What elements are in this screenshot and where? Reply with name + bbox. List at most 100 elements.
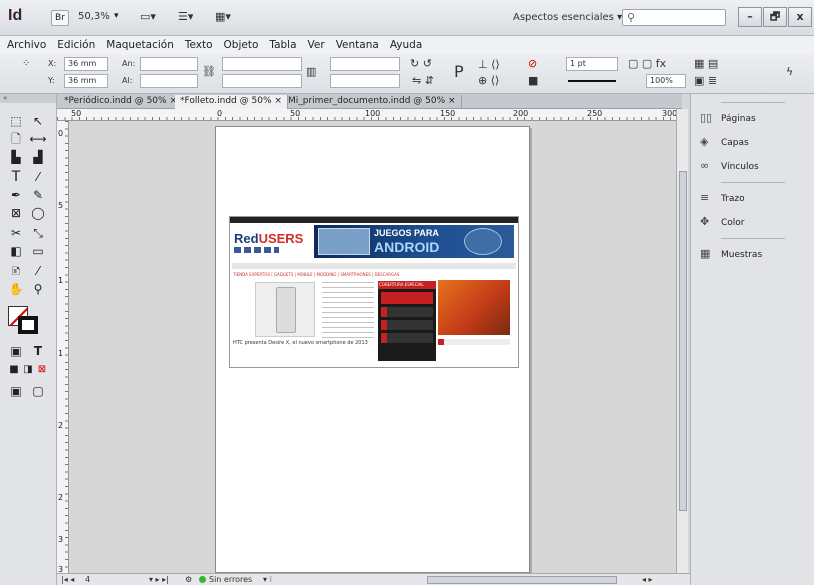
- fill-stroke-widget[interactable]: [8, 306, 38, 334]
- object-style-icon[interactable]: ▣ ≣: [694, 74, 717, 87]
- search-input[interactable]: ⚲: [622, 9, 726, 26]
- rotation-field[interactable]: [330, 57, 400, 71]
- panel-color[interactable]: ✥ Color: [691, 211, 814, 235]
- normal-mode-icon[interactable]: ▣: [6, 384, 26, 399]
- shear-field[interactable]: [330, 74, 400, 88]
- width-field[interactable]: [140, 57, 198, 71]
- ellipse-tool-icon[interactable]: ◯: [28, 206, 48, 221]
- constrain-proportions-icon[interactable]: ⛓: [202, 65, 216, 78]
- type-tool-icon[interactable]: T: [6, 170, 26, 185]
- workspace-switcher[interactable]: Aspectos esenciales ▾: [513, 12, 622, 23]
- content-collector-icon[interactable]: ▙: [6, 150, 26, 165]
- x-position-field[interactable]: 36 mm: [64, 57, 108, 71]
- tab-periodico[interactable]: *Periódico.indd @ 50% ×: [59, 95, 183, 109]
- vertical-ruler[interactable]: 0 5 1 1 2 2 3 3: [57, 121, 69, 574]
- panel-vinculos[interactable]: ∞ Vínculos: [691, 155, 814, 179]
- zoom-dropdown-icon[interactable]: ▾: [114, 11, 119, 21]
- free-transform-tool-icon[interactable]: ⤡: [28, 226, 48, 241]
- first-page-icon[interactable]: |◂ ◂: [61, 574, 74, 585]
- scroll-arrows-icon[interactable]: ◂ ▸: [642, 574, 653, 585]
- horizontal-ruler[interactable]: 50 0 50 100 150 200 250 300: [57, 109, 682, 121]
- rotate-cw-icon[interactable]: ↻ ↺: [410, 57, 432, 70]
- menu-ver[interactable]: Ver: [308, 36, 325, 54]
- preflight-status-text[interactable]: Sin errores: [209, 574, 252, 585]
- page-number-field[interactable]: 4: [85, 574, 90, 585]
- flip-text-icon[interactable]: P: [454, 62, 464, 81]
- menu-ayuda[interactable]: Ayuda: [390, 36, 422, 54]
- stroke-swatch-icon[interactable]: ■: [528, 74, 538, 87]
- reference-point-icon[interactable]: ⁘: [22, 58, 30, 69]
- menu-objeto[interactable]: Objeto: [224, 36, 259, 54]
- selection-tool-icon[interactable]: ⬚: [6, 114, 26, 129]
- placed-feature-box: COBERTURA ESPECIAL: [378, 281, 436, 361]
- direct-selection-tool-icon[interactable]: ↖: [28, 114, 48, 129]
- pencil-tool-icon[interactable]: ✎: [28, 188, 48, 203]
- screen-mode-icon[interactable]: ☰▾: [178, 10, 208, 26]
- fill-swatch-icon[interactable]: ⊘: [528, 57, 537, 70]
- formatting-text-icon[interactable]: T: [28, 344, 48, 359]
- line-tool-icon[interactable]: ⁄: [28, 170, 48, 185]
- preview-mode-icon[interactable]: ▢: [28, 384, 48, 399]
- formatting-container-icon[interactable]: ▣: [6, 344, 26, 359]
- hand-tool-icon[interactable]: ✋: [6, 282, 26, 297]
- horizontal-scrollbar[interactable]: [427, 576, 617, 584]
- rectangle-frame-tool-icon[interactable]: ⊠: [6, 206, 26, 221]
- restore-button[interactable]: 🗗: [763, 7, 787, 27]
- stroke-type-preview[interactable]: [568, 80, 616, 82]
- arrange-documents-icon[interactable]: ▦▾: [215, 10, 245, 26]
- minimize-button[interactable]: –: [738, 7, 762, 27]
- gradient-tool-icon[interactable]: ◧: [6, 244, 26, 259]
- scale-y-field[interactable]: [222, 74, 302, 88]
- vertical-scrollbar[interactable]: [676, 109, 688, 573]
- y-position-field[interactable]: 36 mm: [64, 74, 108, 88]
- panel-paginas[interactable]: ▯▯ Páginas: [691, 107, 814, 131]
- pen-tool-icon[interactable]: ✒: [6, 188, 26, 203]
- placed-image-frame[interactable]: RedUSERS JUEGOS PARA ANDROID TIENDA EXPE…: [229, 216, 519, 368]
- tools-panel-header[interactable]: «: [0, 94, 56, 103]
- select-content-icon[interactable]: ⊕ ⟨⟩: [478, 74, 499, 87]
- page-tool-icon[interactable]: 🗋: [6, 132, 26, 147]
- bridge-button[interactable]: Br: [51, 10, 69, 26]
- flip-icon[interactable]: ⇋ ⇵: [412, 74, 434, 87]
- document-page[interactable]: RedUSERS JUEGOS PARA ANDROID TIENDA EXPE…: [215, 126, 530, 573]
- height-field[interactable]: [140, 74, 198, 88]
- menu-archivo[interactable]: Archivo: [7, 36, 46, 54]
- zoom-level[interactable]: 50,3%: [78, 11, 110, 22]
- scrollbar-thumb[interactable]: [679, 171, 687, 511]
- rotate-icon[interactable]: ▥: [306, 65, 316, 78]
- stroke-weight-field[interactable]: 1 pt: [566, 57, 618, 71]
- menu-tabla[interactable]: Tabla: [269, 36, 296, 54]
- panel-trazo[interactable]: ≡ Trazo: [691, 187, 814, 211]
- content-placer-icon[interactable]: ▟: [28, 150, 48, 165]
- close-tab-icon[interactable]: ×: [274, 96, 282, 106]
- page-nav-icons[interactable]: ▾ ▸ ▸|: [149, 574, 169, 585]
- menu-ventana[interactable]: Ventana: [336, 36, 379, 54]
- scale-x-field[interactable]: [222, 57, 302, 71]
- close-tab-icon[interactable]: ×: [448, 96, 456, 106]
- tab-mi-primer-documento[interactable]: Mi_primer_documento.indd @ 50% ×: [283, 95, 462, 109]
- menu-texto[interactable]: Texto: [185, 36, 213, 54]
- view-options-icon[interactable]: ▭▾: [140, 10, 170, 26]
- zoom-tool-icon[interactable]: ⚲: [28, 282, 48, 297]
- panel-muestras[interactable]: ▦ Muestras: [691, 243, 814, 267]
- opacity-field[interactable]: 100%: [646, 74, 686, 88]
- panel-capas[interactable]: ◈ Capas: [691, 131, 814, 155]
- gradient-feather-tool-icon[interactable]: ▭: [28, 244, 48, 259]
- menu-edicion[interactable]: Edición: [57, 36, 95, 54]
- gap-tool-icon[interactable]: ⟷: [28, 132, 48, 147]
- eyedropper-tool-icon[interactable]: ⁄: [28, 264, 48, 279]
- quick-apply-icon[interactable]: ϟ: [786, 65, 793, 78]
- effects-icon[interactable]: ▢ ▢ fx: [628, 57, 666, 70]
- pasteboard[interactable]: RedUSERS JUEGOS PARA ANDROID TIENDA EXPE…: [69, 121, 676, 573]
- stroke-swatch[interactable]: [18, 316, 38, 334]
- scissors-tool-icon[interactable]: ✂: [6, 226, 26, 241]
- tab-folleto[interactable]: *Folleto.indd @ 50% ×: [175, 95, 288, 109]
- text-wrap-icon[interactable]: ▦ ▤: [694, 57, 718, 70]
- preflight-menu-icon[interactable]: ⚙: [185, 574, 192, 585]
- close-button[interactable]: x: [788, 7, 812, 27]
- apply-none-icon[interactable]: ⊠: [32, 362, 52, 377]
- preflight-dropdown-icon[interactable]: ▾ ⁝: [263, 574, 272, 585]
- note-tool-icon[interactable]: 🗈: [6, 264, 26, 279]
- select-container-icon[interactable]: ⊥ ⟨⟩: [478, 58, 500, 71]
- menu-maquetacion[interactable]: Maquetación: [106, 36, 174, 54]
